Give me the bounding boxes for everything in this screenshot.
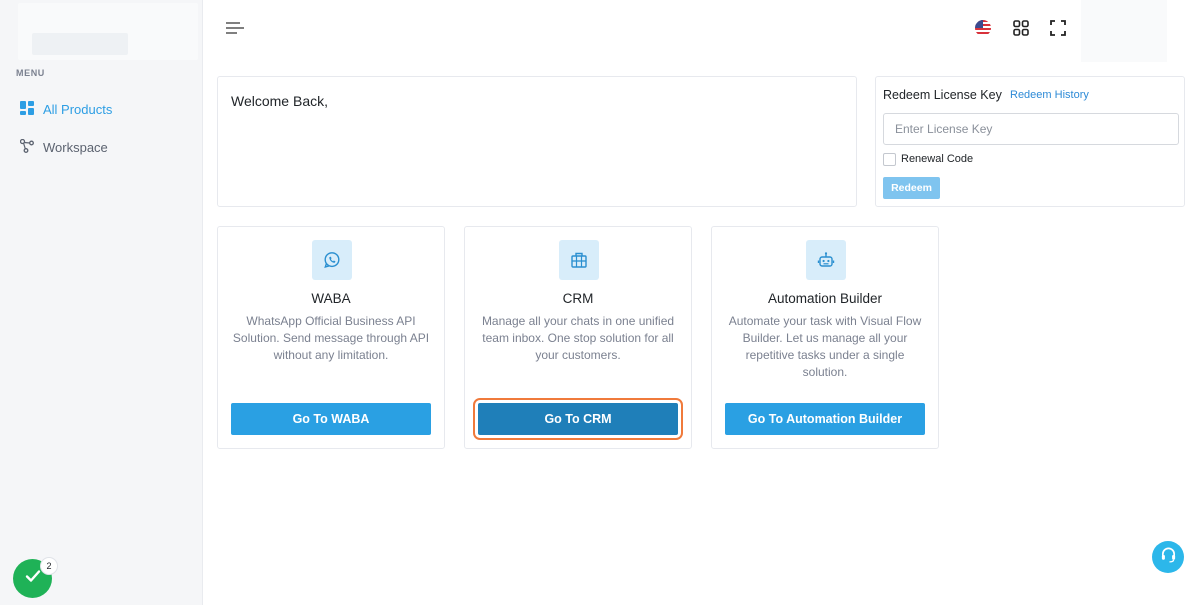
apps-grid-icon[interactable] (1011, 18, 1031, 38)
product-description: WhatsApp Official Business API Solution.… (232, 314, 430, 362)
redeem-card: Redeem License Key Redeem History Renewa… (875, 76, 1185, 207)
product-name: CRM (562, 291, 594, 306)
topbar (203, 0, 1200, 62)
whatsapp-icon (312, 240, 352, 280)
redeem-history-link[interactable]: Redeem History (1010, 89, 1089, 101)
brand-logo[interactable] (18, 3, 198, 60)
user-avatar[interactable] (1081, 0, 1167, 62)
sidebar-item-label: Workspace (43, 140, 108, 155)
go-to-crm-button[interactable]: Go To CRM (473, 398, 683, 440)
sidebar-item-workspace[interactable]: Workspace (19, 138, 108, 156)
support-button[interactable] (1152, 541, 1184, 573)
welcome-card: Welcome Back, (217, 76, 857, 207)
product-description: Manage all your chats in one unified tea… (481, 314, 675, 362)
renewal-code-label: Renewal Code (901, 153, 974, 165)
headset-icon (1160, 546, 1177, 568)
renewal-code-checkbox[interactable] (883, 153, 896, 166)
welcome-text: Welcome Back, (231, 93, 328, 109)
product-name: WABA (311, 291, 351, 306)
fullscreen-icon[interactable] (1048, 18, 1068, 38)
network-icon (19, 138, 34, 156)
sidebar-item-label: All Products (43, 102, 113, 117)
product-card-crm: CRM Manage all your chats in one unified… (464, 226, 692, 449)
grid-icon (20, 101, 34, 118)
building-icon (559, 240, 599, 280)
check-icon (23, 566, 43, 591)
product-name: Automation Builder (767, 291, 883, 306)
sidebar-item-all-products[interactable]: All Products (20, 101, 112, 118)
redeem-title: Redeem License Key (883, 88, 1002, 102)
us-flag-icon[interactable] (973, 18, 993, 38)
notification-badge: 2 (40, 557, 58, 575)
license-key-input[interactable] (883, 113, 1179, 145)
menu-title: MENU (16, 68, 45, 78)
go-to-automation-builder-button[interactable]: Go To Automation Builder (725, 403, 925, 435)
go-to-waba-button[interactable]: Go To WABA (231, 403, 431, 435)
menu-icon[interactable] (225, 20, 245, 36)
robot-icon (806, 240, 846, 280)
product-card-waba: WABA WhatsApp Official Business API Solu… (217, 226, 445, 449)
redeem-button[interactable]: Redeem (883, 177, 940, 199)
product-description: Automate your task with Visual Flow Buil… (728, 314, 922, 379)
sidebar: MENU All Products Workspace (0, 0, 203, 605)
product-card-automation-builder: Automation Builder Automate your task wi… (711, 226, 939, 449)
